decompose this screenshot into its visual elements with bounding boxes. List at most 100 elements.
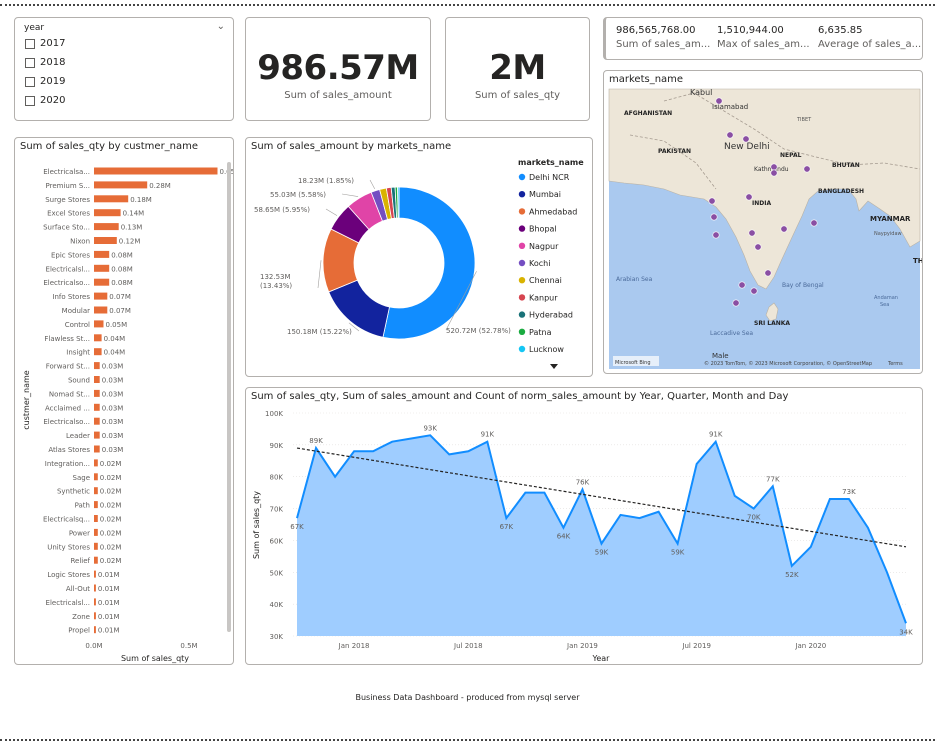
legend-item[interactable]: Ahmedabad [529, 207, 577, 216]
slicer-item-2017[interactable]: 2017 [25, 38, 65, 49]
y-tick-label: 50K [270, 569, 284, 577]
bar[interactable] [94, 626, 96, 634]
map-place-label: BHUTAN [832, 162, 860, 169]
point-data-label: 91K [481, 431, 495, 439]
map-marker[interactable] [710, 213, 718, 221]
slicer-item-2020[interactable]: 2020 [25, 95, 65, 106]
map-marker[interactable] [748, 229, 756, 237]
slicer-item-2019[interactable]: 2019 [25, 76, 65, 87]
bar[interactable] [94, 570, 96, 578]
bar[interactable] [94, 209, 121, 217]
kpi-sales-qty-card[interactable]: 2M Sum of sales_qty [445, 17, 590, 121]
map-marker[interactable] [770, 163, 778, 171]
map-marker[interactable] [810, 219, 818, 227]
map-attribution[interactable]: © 2023 TomTom, © 2023 Microsoft Corporat… [704, 360, 872, 367]
kpi-sales-amount-card[interactable]: 986.57M Sum of sales_amount [245, 17, 431, 121]
bar[interactable] [94, 292, 108, 300]
map-marker[interactable] [745, 193, 753, 201]
donut-chart-svg[interactable]: 520.72M (52.78%) 150.18M (15.22%) 132.53M(… [246, 138, 593, 377]
bar[interactable] [94, 542, 98, 550]
area-chart-svg[interactable]: 30K 40K 50K 60K 70K 80K 90K 100K 67K 89K 93K 91K 67K… [246, 388, 923, 665]
bar[interactable] [94, 515, 98, 522]
checkbox[interactable] [25, 57, 35, 68]
bar[interactable] [94, 306, 108, 314]
chevron-down-icon[interactable]: ⌄ [217, 21, 225, 32]
legend-item[interactable]: Bhopal [529, 225, 557, 234]
legend-item[interactable]: Kochi [529, 259, 550, 268]
bar-chart-svg[interactable]: Electricalsa... 0.65M Premium S... 0.28M Sur… [15, 138, 234, 665]
bar[interactable] [94, 223, 119, 231]
bar[interactable] [94, 334, 102, 342]
bar[interactable] [94, 278, 110, 286]
bar[interactable] [94, 612, 96, 620]
bar[interactable] [94, 459, 98, 467]
bar[interactable] [94, 264, 110, 272]
map-marker[interactable] [712, 231, 720, 239]
map-marker[interactable] [708, 197, 716, 205]
legend-item[interactable]: Hyderabad [529, 311, 573, 320]
bar[interactable] [94, 181, 148, 189]
multi-row-card[interactable]: 986,565,768.00 Sum of sales_am... 1,510,… [603, 17, 923, 60]
map-marker[interactable] [732, 299, 740, 307]
multi-value-sum: 986,565,768.00 [616, 25, 696, 36]
map-marker[interactable] [754, 243, 762, 251]
map-marker[interactable] [764, 269, 772, 277]
map-marker[interactable] [726, 131, 734, 139]
legend-item[interactable]: Mumbai [529, 190, 561, 199]
slicer-item-2018[interactable]: 2018 [25, 57, 65, 68]
point-data-label: 91K [709, 431, 723, 439]
map-marker[interactable] [770, 169, 778, 177]
map-card[interactable]: markets_name Kabul Islamabad AFGHANISTAN TI… [603, 70, 923, 374]
bar-chart-card[interactable]: Sum of sales_qty by custmer_name Electri… [14, 137, 234, 665]
map-marker[interactable] [750, 287, 758, 295]
map-terms[interactable]: Terms [887, 361, 903, 367]
scrollbar[interactable] [227, 162, 231, 632]
bar[interactable] [94, 250, 110, 258]
bar[interactable] [94, 403, 100, 411]
legend-item[interactable]: Chennai [529, 276, 562, 285]
bar[interactable] [94, 376, 100, 383]
bar[interactable] [94, 417, 100, 425]
bar[interactable] [94, 473, 98, 481]
legend-item[interactable]: Delhi NCR [529, 173, 570, 182]
legend-marker [518, 311, 526, 318]
bar[interactable] [94, 556, 98, 564]
bar-category-label: Insight [66, 349, 90, 357]
bar[interactable] [94, 389, 100, 397]
legend-item[interactable]: Lucknow [529, 345, 564, 354]
y-tick-label: 100K [265, 410, 283, 418]
legend-item[interactable]: Kanpur [529, 293, 558, 302]
bar-category-label: Electricalsl... [46, 265, 90, 273]
checkbox[interactable] [25, 38, 35, 49]
map-marker[interactable] [715, 97, 723, 105]
area-chart-card[interactable]: Sum of sales_qty, Sum of sales_amount an… [245, 387, 923, 665]
bar[interactable] [94, 487, 98, 495]
donut-slice[interactable] [397, 186, 400, 219]
bar[interactable] [94, 598, 96, 606]
legend-scroll-down-icon[interactable] [550, 364, 558, 369]
map-marker[interactable] [803, 165, 811, 173]
bar-data-label: 0.02M [100, 488, 122, 496]
donut-chart-card[interactable]: Sum of sales_amount by markets_name 520.… [245, 137, 593, 377]
checkbox[interactable] [25, 95, 35, 106]
bar-category-label: Path [75, 502, 90, 510]
bar[interactable] [94, 195, 129, 203]
bar[interactable] [94, 320, 104, 328]
bar[interactable] [94, 528, 98, 536]
bar[interactable] [94, 167, 218, 175]
bar[interactable] [94, 362, 100, 370]
checkbox[interactable] [25, 76, 35, 87]
bar[interactable] [94, 348, 102, 356]
map-marker[interactable] [738, 281, 746, 289]
bar[interactable] [94, 501, 98, 509]
bar[interactable] [94, 431, 100, 439]
map-svg[interactable]: KabulIslamabad AFGHANISTAN TIBET PAKISTAN Ne… [604, 71, 923, 374]
bar[interactable] [94, 237, 117, 244]
map-marker[interactable] [742, 135, 750, 143]
legend-item[interactable]: Patna [529, 328, 552, 337]
bar[interactable] [94, 584, 96, 592]
bar[interactable] [94, 445, 100, 453]
bar-data-label: 0.02M [100, 502, 122, 510]
map-marker[interactable] [780, 225, 788, 233]
legend-item[interactable]: Nagpur [529, 242, 559, 251]
